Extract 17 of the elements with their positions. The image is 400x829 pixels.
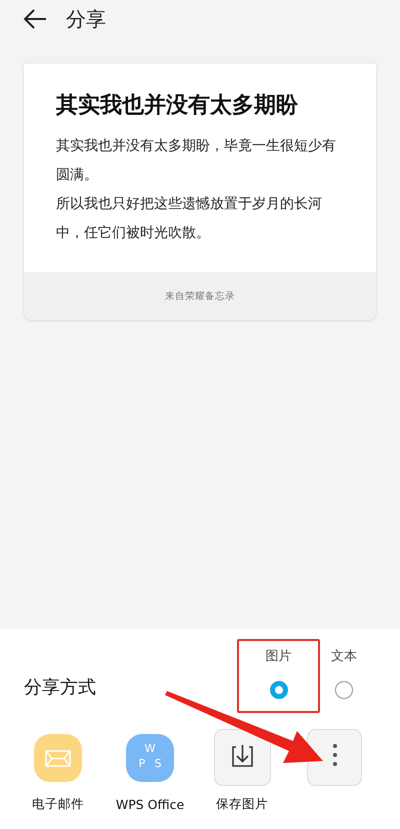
radio-button[interactable] [335, 681, 353, 699]
note-paragraph: 其实我也并没有太多期盼，毕竟一生很短少有圆满。 [56, 137, 337, 185]
note-paragraph: 所以我也只好把这些遗憾放置于岁月的长河中，任它们被时光吹散。 [56, 195, 323, 243]
envelope-icon [34, 734, 82, 782]
share-target[interactable]: W P S WPS Office [104, 729, 196, 814]
download-icon [214, 729, 270, 786]
share-target[interactable]: 电子邮件 [12, 729, 104, 814]
more-icon [306, 729, 362, 786]
format-option[interactable]: 文本 [331, 647, 357, 699]
back-button[interactable] [22, 8, 48, 30]
wps-logo-icon: W P S [126, 734, 174, 782]
source-label: 来自荣耀备忘录 [165, 290, 235, 302]
format-option[interactable]: 图片 [266, 647, 292, 699]
share-method-label: 分享方式 [24, 676, 96, 699]
note-title: 其实我也并没有太多期盼 [56, 92, 299, 120]
radio-button[interactable] [270, 681, 288, 699]
page-title: 分享 [66, 6, 106, 32]
